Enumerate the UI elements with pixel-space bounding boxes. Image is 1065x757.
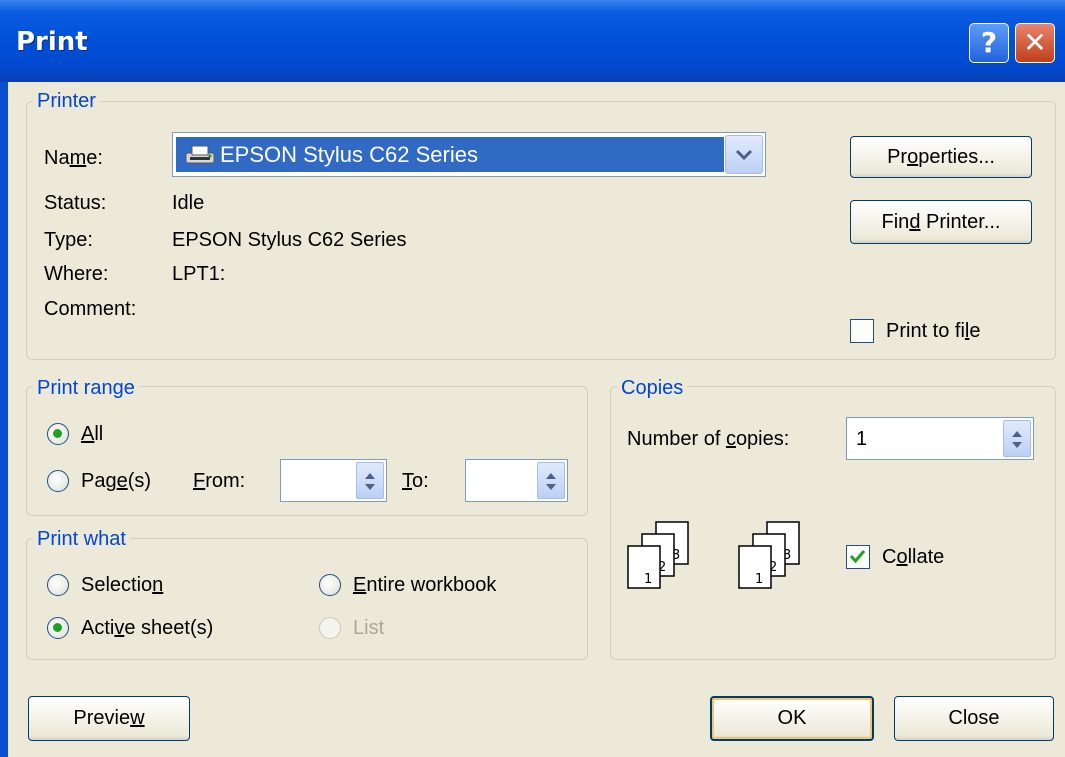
active-sheets-label[interactable]: Active sheet(s) — [81, 617, 213, 639]
copies-legend: Copies — [617, 378, 688, 398]
printer-icon — [185, 145, 215, 164]
collate-label[interactable]: Collate — [882, 546, 944, 568]
printer-name-selection: EPSON Stylus C62 Series — [176, 137, 724, 172]
selection-radio[interactable] — [47, 574, 69, 596]
selection-label[interactable]: Selection — [81, 574, 163, 596]
pages-radio[interactable] — [47, 470, 69, 492]
close-icon: ✕ — [1023, 26, 1047, 59]
collate-pages-icon: 3 2 1 — [738, 521, 800, 589]
printer-name-value: EPSON Stylus C62 Series — [220, 142, 478, 167]
collate-checkbox[interactable] — [846, 545, 870, 569]
dropdown-arrow-icon — [735, 149, 753, 161]
spin-icon — [365, 473, 375, 490]
print-dialog: Print ? ✕ Printer Name: EPSON Stylus C62… — [0, 0, 1065, 757]
number-of-copies-spinner[interactable]: 1 — [846, 417, 1034, 460]
help-button[interactable]: ? — [969, 23, 1009, 63]
close-window-button[interactable]: ✕ — [1015, 23, 1055, 63]
collate-page-1-number: 1 — [755, 572, 763, 587]
collate-pages-icon: 3 2 1 — [627, 521, 689, 589]
preview-button[interactable]: Preview — [28, 696, 190, 741]
to-spinner[interactable] — [465, 459, 568, 502]
where-label: Where: — [44, 263, 109, 285]
from-label: From: — [193, 470, 246, 492]
print-to-file-label[interactable]: Print to file — [886, 320, 981, 342]
ok-button-label: OK — [777, 707, 807, 729]
properties-button-label: Properties... — [887, 146, 995, 168]
preview-button-label: Preview — [73, 707, 145, 729]
printer-legend: Printer — [33, 91, 100, 111]
find-printer-button-label: Find Printer... — [881, 211, 1001, 233]
from-spin-button[interactable] — [356, 462, 384, 499]
list-label: List — [353, 617, 385, 639]
checkmark-icon — [849, 550, 866, 564]
print-what-group — [26, 538, 588, 660]
ok-button[interactable]: OK — [710, 696, 874, 741]
status-value: Idle — [172, 192, 205, 214]
list-radio — [319, 617, 341, 639]
status-label: Status: — [44, 192, 107, 214]
active-sheets-radio[interactable] — [47, 617, 69, 639]
number-of-copies-label: Number of copies: — [627, 428, 790, 450]
window-border — [0, 82, 8, 757]
find-printer-button[interactable]: Find Printer... — [850, 200, 1032, 244]
collate-page-1-number: 1 — [644, 572, 652, 587]
window-title: Print — [16, 27, 88, 57]
help-icon: ? — [980, 26, 998, 59]
name-label: Name: — [44, 147, 103, 169]
print-what-legend: Print what — [33, 529, 130, 549]
title-bar[interactable]: Print ? ✕ — [0, 0, 1065, 82]
all-label[interactable]: All — [81, 423, 103, 445]
print-range-legend: Print range — [33, 378, 139, 398]
all-radio[interactable] — [47, 423, 69, 445]
type-label: Type: — [44, 229, 93, 251]
from-spinner[interactable] — [280, 459, 387, 502]
spin-icon — [546, 473, 556, 490]
properties-button[interactable]: Properties... — [850, 136, 1032, 178]
number-of-copies-value: 1 — [856, 428, 868, 450]
spin-icon — [1012, 431, 1022, 448]
entire-workbook-radio[interactable] — [319, 574, 341, 596]
to-label: To: — [402, 470, 429, 492]
copies-spin-button[interactable] — [1003, 420, 1031, 457]
close-button-label: Close — [948, 707, 1000, 729]
dropdown-arrow-button[interactable] — [725, 135, 763, 174]
close-button[interactable]: Close — [894, 696, 1054, 741]
where-value: LPT1: — [172, 263, 226, 285]
comment-label: Comment: — [44, 298, 137, 320]
entire-workbook-label[interactable]: Entire workbook — [353, 574, 496, 596]
print-to-file-checkbox[interactable] — [850, 319, 874, 343]
pages-label[interactable]: Page(s) — [81, 470, 151, 492]
type-value: EPSON Stylus C62 Series — [172, 229, 407, 251]
to-spin-button[interactable] — [537, 462, 565, 499]
printer-name-select[interactable]: EPSON Stylus C62 Series — [172, 132, 766, 177]
